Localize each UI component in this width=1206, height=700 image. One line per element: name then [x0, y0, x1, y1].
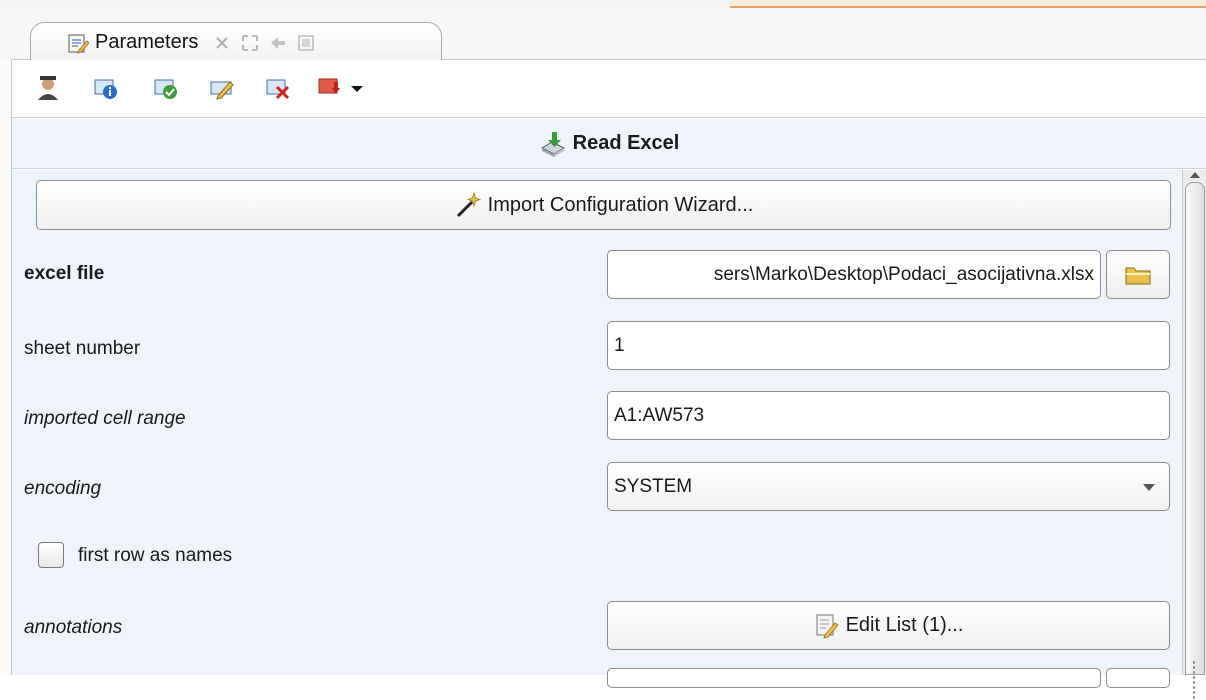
delete-icon[interactable]	[264, 74, 292, 102]
annotations-label: annotations	[24, 617, 123, 638]
sheet-number-value: 1	[614, 334, 625, 356]
first-row-as-names-label: first row as names	[78, 545, 233, 566]
tab-title: Parameters	[95, 31, 199, 53]
expert-mode-icon[interactable]	[34, 74, 62, 102]
restore-icon[interactable]	[268, 33, 288, 53]
close-icon[interactable]	[212, 33, 232, 53]
view-tab-bar: Parameters	[12, 8, 1206, 62]
maximize-icon[interactable]	[240, 33, 260, 53]
minimize-icon[interactable]	[296, 33, 316, 53]
parameters-icon	[68, 34, 89, 54]
editor-accent-bar	[730, 0, 1206, 8]
import-configuration-wizard-button[interactable]: Import Configuration Wizard...	[36, 180, 1171, 230]
next-parameter-input[interactable]	[607, 668, 1101, 688]
next-parameter-button[interactable]	[1106, 668, 1170, 688]
edit-icon[interactable]	[208, 74, 236, 102]
parameter-toolbar	[12, 60, 1206, 118]
operator-header: Read Excel	[12, 119, 1206, 169]
imported-cell-range-input[interactable]: A1:AW573	[607, 391, 1170, 440]
encoding-value: SYSTEM	[614, 475, 693, 497]
scrollbar-grip	[1192, 660, 1196, 700]
edit-list-button[interactable]: Edit List (1)...	[607, 601, 1170, 650]
excel-file-value: sers\Marko\Desktop\Podaci_asocijativna.x…	[713, 263, 1094, 285]
read-excel-icon	[540, 131, 565, 157]
scroll-up-arrow-icon[interactable]	[1190, 172, 1200, 178]
excel-file-input[interactable]: sers\Marko\Desktop\Podaci_asocijativna.x…	[607, 250, 1101, 299]
first-row-as-names-checkbox[interactable]	[38, 542, 64, 568]
edit-list-icon	[816, 614, 839, 639]
dropdown-arrow-icon[interactable]	[348, 74, 366, 102]
browse-file-button[interactable]	[1106, 250, 1170, 299]
folder-icon	[1125, 267, 1151, 284]
sheet-number-input[interactable]: 1	[607, 321, 1170, 370]
chevron-down-icon	[1143, 484, 1155, 491]
scrollbar-thumb[interactable]	[1185, 182, 1205, 675]
wand-icon	[456, 191, 481, 218]
left-edge-top	[0, 8, 12, 60]
sheet-number-label: sheet number	[24, 338, 141, 359]
edit-list-label: Edit List (1)...	[845, 614, 964, 636]
export-icon[interactable]	[316, 74, 344, 102]
encoding-select[interactable]: SYSTEM	[607, 462, 1170, 511]
excel-file-label: excel file	[24, 263, 105, 284]
check-icon[interactable]	[152, 74, 180, 102]
operator-title: Read Excel	[572, 132, 680, 154]
encoding-label: encoding	[24, 478, 102, 499]
cell-range-value: A1:AW573	[614, 404, 705, 426]
vertical-scrollbar[interactable]	[1182, 170, 1206, 700]
imported-cell-range-label: imported cell range	[24, 408, 186, 429]
left-edge	[0, 60, 12, 675]
wizard-button-label: Import Configuration Wizard...	[487, 193, 754, 216]
tab-parameters[interactable]: Parameters	[30, 22, 442, 62]
info-icon[interactable]	[92, 74, 120, 102]
